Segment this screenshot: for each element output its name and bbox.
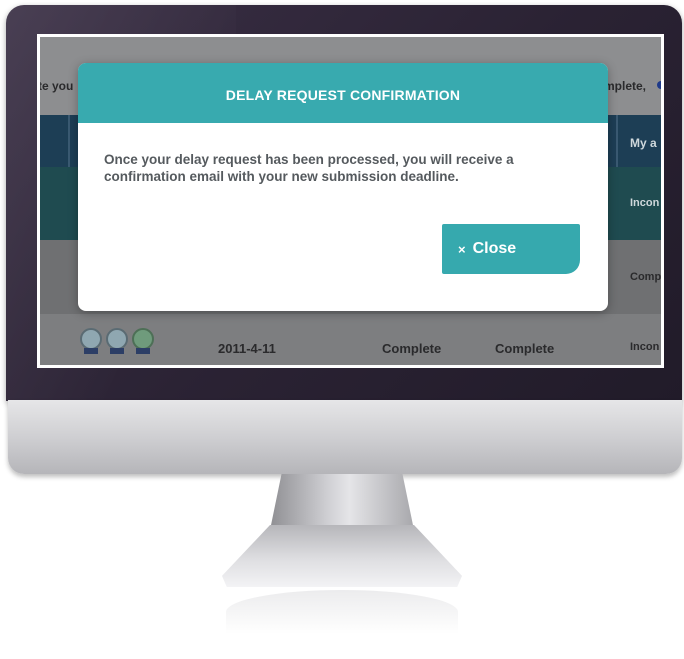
certification-badge-icon [132, 328, 154, 354]
background-text-left: te you [38, 79, 74, 93]
modal-header: DELAY REQUEST CONFIRMATION [78, 63, 608, 123]
monitor-screen: te you mplete, My a Incon Comp 2011-4-11… [37, 34, 664, 368]
monitor-stand-neck [270, 474, 414, 530]
monitor-stand-base [222, 525, 462, 587]
close-button[interactable]: × Close [442, 224, 580, 274]
stand-reflection [226, 590, 458, 634]
row-status-cell: Complete [495, 341, 555, 356]
column-header-my: My a [630, 136, 657, 150]
column-divider [68, 115, 70, 167]
certification-badge-icon [80, 328, 102, 354]
delay-confirmation-modal: DELAY REQUEST CONFIRMATION Once your del… [78, 63, 608, 311]
info-icon [657, 81, 661, 89]
modal-title: DELAY REQUEST CONFIRMATION [225, 87, 461, 103]
row-status-cell: Complete [382, 341, 442, 356]
close-icon: × [458, 241, 466, 257]
row-date: 2011-4-11 [218, 341, 276, 356]
badge-group [80, 328, 154, 354]
column-divider [616, 115, 618, 167]
modal-message: Once your delay request has been process… [104, 152, 514, 184]
modal-body: Once your delay request has been process… [78, 123, 608, 185]
monitor-chin [8, 400, 682, 474]
certification-badge-icon [106, 328, 128, 354]
background-text-right: mplete, [604, 79, 647, 93]
row-status-cell: Comp [630, 271, 662, 283]
row-status-cell: Incon [630, 341, 660, 353]
close-button-label: Close [472, 240, 517, 257]
row-status-cell: Incon [630, 197, 660, 209]
